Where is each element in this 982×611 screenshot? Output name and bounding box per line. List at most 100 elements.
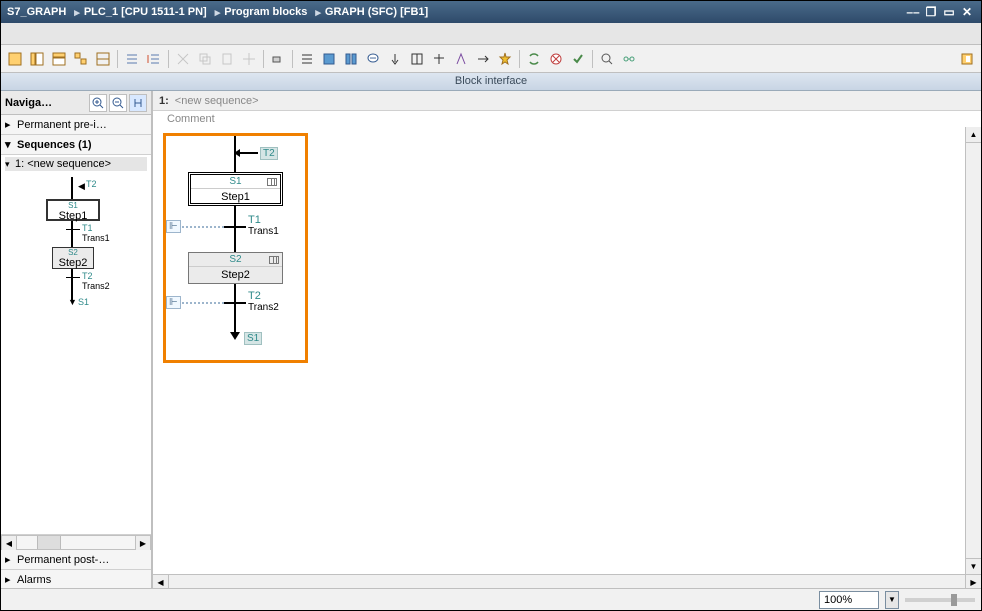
toolbar-del-button[interactable] xyxy=(239,49,259,69)
insert-step-button[interactable] xyxy=(297,49,317,69)
toolbar-list1-button[interactable] xyxy=(122,49,142,69)
sequence-thumbnail[interactable]: T2 ◀ S1 Step1 T1 Trans1 S2 Step2 T2 Tra xyxy=(16,177,136,317)
nav-alarms[interactable]: Alarms xyxy=(1,570,151,590)
toolbar-copy-button[interactable] xyxy=(195,49,215,69)
error-button[interactable] xyxy=(546,49,566,69)
view-mode4-button[interactable] xyxy=(71,49,91,69)
nav-row-label: Permanent post-… xyxy=(17,554,109,566)
breadcrumb[interactable]: Program blocks xyxy=(224,6,307,18)
restore-icon[interactable]: ❐ xyxy=(923,5,939,19)
step-actions-icon[interactable] xyxy=(267,178,277,186)
title-bar: S7_GRAPH ▸ PLC_1 [CPU 1511-1 PN] ▸ Progr… xyxy=(1,1,981,23)
graph-canvas[interactable]: T2 S1 Step1 ⊩ T1 Trans1 S2 Step2 xyxy=(153,127,981,574)
view-mode3-button[interactable] xyxy=(49,49,69,69)
minimize-icon[interactable]: –– xyxy=(905,5,921,19)
breadcrumb-sep: ▸ xyxy=(74,6,80,19)
step-s1[interactable]: S1 Step1 xyxy=(188,172,283,206)
step-actions-icon[interactable] xyxy=(269,256,279,264)
mini-t2: T2 xyxy=(82,271,93,281)
status-bar: 100% ▼ xyxy=(1,588,981,610)
toolbar-right-button[interactable] xyxy=(957,49,977,69)
toolbar-x3-button[interactable] xyxy=(451,49,471,69)
sequence-comment[interactable]: Comment xyxy=(153,111,981,127)
scroll-track[interactable] xyxy=(17,535,135,550)
mini-step1: S1 Step1 xyxy=(46,199,100,221)
toolbar-x4-button[interactable] xyxy=(473,49,493,69)
scroll-right-icon[interactable]: ▶ xyxy=(135,535,151,551)
breadcrumb[interactable]: S7_GRAPH xyxy=(7,6,66,18)
sync-view-icon[interactable] xyxy=(129,94,147,112)
scroll-down-icon[interactable]: ▼ xyxy=(966,558,981,574)
insert-jump-button[interactable] xyxy=(385,49,405,69)
transition-t2-id: T2 xyxy=(248,290,261,302)
monitor-button[interactable] xyxy=(619,49,639,69)
zoom-level-input[interactable]: 100% xyxy=(819,591,879,609)
maximize-icon[interactable]: ▭ xyxy=(941,5,957,19)
insert-branch-button[interactable] xyxy=(341,49,361,69)
step-s2[interactable]: S2 Step2 xyxy=(188,252,283,284)
check-button[interactable] xyxy=(568,49,588,69)
scroll-thumb[interactable] xyxy=(37,536,61,549)
step-name[interactable]: Step2 xyxy=(189,266,282,283)
toolbar-list2-button[interactable] xyxy=(144,49,164,69)
zoom-value: 100% xyxy=(824,594,852,606)
toolbar-x1-button[interactable] xyxy=(407,49,427,69)
navigation-panel: Naviga… Permanent pre-i… Sequences (1) ▾… xyxy=(1,91,152,590)
step-name[interactable]: Step1 xyxy=(191,188,280,205)
zoom-in-icon[interactable] xyxy=(89,94,107,112)
insert-transition-button[interactable] xyxy=(319,49,339,69)
transition-t1-name[interactable]: Trans1 xyxy=(248,226,279,237)
close-icon[interactable]: ✕ xyxy=(959,5,975,19)
zoom-out-icon[interactable] xyxy=(109,94,127,112)
search-button[interactable] xyxy=(597,49,617,69)
toolbar-cut-button[interactable] xyxy=(173,49,193,69)
zoom-slider[interactable] xyxy=(905,598,975,602)
mini-trans2-bar xyxy=(66,277,80,278)
toolbar-paste-button[interactable] xyxy=(217,49,237,69)
arrow-left-icon xyxy=(234,149,240,157)
canvas-vertical-scrollbar[interactable]: ▲ ▼ xyxy=(965,127,981,574)
nav-permanent-post[interactable]: Permanent post-… xyxy=(1,550,151,570)
nav-horizontal-scrollbar[interactable]: ◀ ▶ xyxy=(1,534,151,550)
mini-s1-exit: S1 xyxy=(78,297,89,307)
zoom-slider-knob[interactable] xyxy=(951,594,957,606)
nav-permanent-pre[interactable]: Permanent pre-i… xyxy=(1,115,151,135)
breadcrumb[interactable]: GRAPH (SFC) [FB1] xyxy=(325,6,428,18)
view-mode2-button[interactable] xyxy=(27,49,47,69)
block-interface-toggle[interactable]: Block interface xyxy=(1,73,981,91)
trans-network-link[interactable] xyxy=(178,226,224,228)
mini-t1: T1 xyxy=(82,223,93,233)
entry-jump-label[interactable]: T2 xyxy=(260,147,278,160)
sequence-diagram[interactable]: T2 S1 Step1 ⊩ T1 Trans1 S2 Step2 xyxy=(163,133,308,363)
nav-tree-item[interactable]: ▾1: <new sequence> xyxy=(5,157,147,171)
sequence-name[interactable]: <new sequence> xyxy=(175,95,259,107)
exit-jump-label[interactable]: S1 xyxy=(244,332,262,345)
sequence-header[interactable]: 1: <new sequence> xyxy=(153,91,981,111)
arrow-down-icon: ▼ xyxy=(68,297,77,307)
toolbar-star-button[interactable] xyxy=(495,49,515,69)
nav-sequences[interactable]: Sequences (1) xyxy=(1,135,151,155)
menu-strip xyxy=(1,23,981,45)
transition-t2-name[interactable]: Trans2 xyxy=(248,302,279,313)
nav-row-label: Permanent pre-i… xyxy=(17,119,107,131)
zoom-dropdown-icon[interactable]: ▼ xyxy=(885,591,899,609)
trans-network-link[interactable] xyxy=(178,302,224,304)
insert-comment-button[interactable] xyxy=(363,49,383,69)
nav-tree: ▾1: <new sequence> T2 ◀ S1 Step1 T1 Tran… xyxy=(1,155,151,534)
toolbar xyxy=(1,45,981,73)
mini-trans1-bar xyxy=(66,229,80,230)
nav-row-label: Alarms xyxy=(17,574,51,586)
breadcrumb[interactable]: PLC_1 [CPU 1511-1 PN] xyxy=(84,6,207,18)
view-mode1-button[interactable] xyxy=(5,49,25,69)
scroll-left-icon[interactable]: ◀ xyxy=(1,535,17,551)
ladder-icon[interactable]: ⊩ xyxy=(166,296,181,309)
block-interface-label: Block interface xyxy=(455,75,527,87)
sync-button[interactable] xyxy=(524,49,544,69)
entry-jump-line xyxy=(238,152,258,154)
toolbar-x2-button[interactable] xyxy=(429,49,449,69)
view-mode5-button[interactable] xyxy=(93,49,113,69)
breadcrumb-sep: ▸ xyxy=(215,6,221,19)
scroll-up-icon[interactable]: ▲ xyxy=(966,127,981,143)
toolbar-tag-button[interactable] xyxy=(268,49,288,69)
ladder-icon[interactable]: ⊩ xyxy=(166,220,181,233)
